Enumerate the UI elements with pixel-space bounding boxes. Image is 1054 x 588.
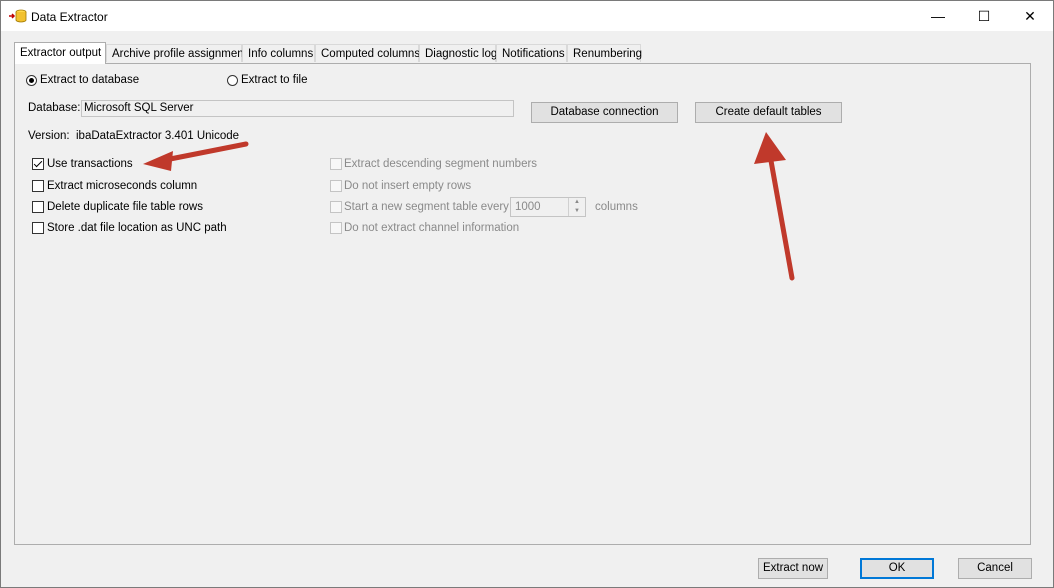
extract-to-database-label[interactable]: Extract to database [40, 74, 139, 86]
do-not-insert-empty-rows-checkbox[interactable] [330, 180, 342, 192]
annotation-arrow-icon [754, 132, 795, 281]
new-segment-table-checkbox[interactable] [330, 201, 342, 213]
new-segment-table-label[interactable]: Start a new segment table every [344, 201, 509, 213]
tab-renumbering[interactable]: Renumbering [567, 44, 642, 62]
extract-to-file-label[interactable]: Extract to file [241, 74, 307, 86]
extract-microseconds-label[interactable]: Extract microseconds column [47, 180, 197, 192]
maximize-button[interactable]: ☐ [961, 1, 1007, 31]
close-button[interactable]: ✕ [1007, 1, 1053, 31]
columns-unit-label: columns [595, 201, 638, 213]
segment-columns-stepper[interactable]: 1000 ▲ ▼ [510, 197, 586, 217]
use-transactions-checkbox[interactable] [32, 158, 44, 170]
tab-diagnostic-log[interactable]: Diagnostic log [419, 44, 497, 62]
delete-duplicate-rows-label[interactable]: Delete duplicate file table rows [47, 201, 203, 213]
cancel-button[interactable]: Cancel [958, 558, 1032, 579]
do-not-insert-empty-rows-label[interactable]: Do not insert empty rows [344, 180, 471, 192]
window-title: Data Extractor [31, 10, 108, 24]
extract-to-database-radio[interactable] [26, 75, 37, 86]
database-field[interactable]: Microsoft SQL Server [81, 100, 514, 117]
annotation-arrow-icon [143, 141, 249, 171]
extract-now-button[interactable]: Extract now [758, 558, 828, 579]
title-bar: Data Extractor — ☐ ✕ [1, 1, 1053, 31]
tab-computed-columns[interactable]: Computed columns [315, 44, 420, 62]
tab-extractor-output[interactable]: Extractor output [14, 42, 106, 64]
extract-descending-segments-checkbox[interactable] [330, 158, 342, 170]
database-label: Database: [28, 102, 81, 114]
extract-descending-segments-label[interactable]: Extract descending segment numbers [344, 158, 537, 170]
do-not-extract-channel-info-checkbox[interactable] [330, 222, 342, 234]
create-default-tables-button[interactable]: Create default tables [695, 102, 842, 123]
stepper-down-icon[interactable]: ▼ [569, 207, 585, 216]
delete-duplicate-rows-checkbox[interactable] [32, 201, 44, 213]
version-label: Version: [28, 130, 70, 142]
do-not-extract-channel-info-label[interactable]: Do not extract channel information [344, 222, 519, 234]
stepper-buttons: ▲ ▼ [568, 198, 585, 216]
stepper-up-icon[interactable]: ▲ [569, 198, 585, 207]
store-unc-path-label[interactable]: Store .dat file location as UNC path [47, 222, 227, 234]
data-extractor-window: Data Extractor — ☐ ✕ Extractor output Ar… [0, 0, 1054, 588]
extract-microseconds-checkbox[interactable] [32, 180, 44, 192]
database-icon [9, 9, 27, 23]
tab-notifications[interactable]: Notifications [496, 44, 567, 62]
minimize-button[interactable]: — [915, 1, 961, 31]
segment-columns-value[interactable]: 1000 [515, 201, 541, 213]
use-transactions-label[interactable]: Use transactions [47, 158, 133, 170]
extract-to-file-radio[interactable] [227, 75, 238, 86]
ok-button[interactable]: OK [860, 558, 934, 579]
store-unc-path-checkbox[interactable] [32, 222, 44, 234]
tab-info-columns[interactable]: Info columns [242, 44, 315, 62]
tab-archive-profile-assignment[interactable]: Archive profile assignment [106, 44, 247, 62]
database-connection-button[interactable]: Database connection [531, 102, 678, 123]
